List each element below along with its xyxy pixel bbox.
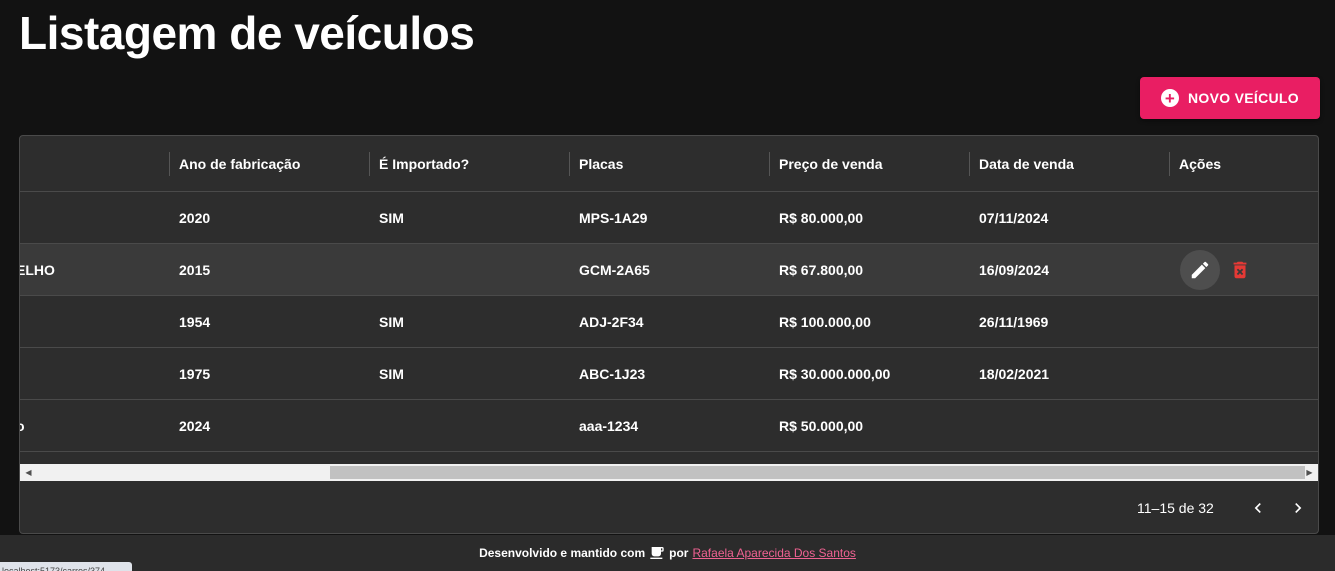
cell-plate: aaa-1234 [579, 417, 639, 434]
column-header-sale-date[interactable]: Data de venda [979, 136, 1074, 191]
scroll-right-arrow-icon[interactable]: ▶ [1301, 464, 1318, 481]
status-bar-url: localhost:5173/carros/374 [0, 562, 132, 571]
add-circle-icon: + [1161, 89, 1180, 107]
cell-imported: SIM [379, 209, 404, 226]
vehicle-data-grid: Ano de fabricação É Importado? Placas Pr… [19, 135, 1319, 534]
table-row[interactable]: ELHO 2015 GCM-2A65 R$ 67.800,00 16/09/20… [20, 244, 1318, 296]
column-header-plates[interactable]: Placas [579, 136, 623, 191]
column-header-imported[interactable]: É Importado? [379, 136, 469, 191]
cell-price: R$ 100.000,00 [779, 313, 871, 330]
column-separator[interactable] [169, 152, 170, 176]
cell-plate: GCM-2A65 [579, 261, 650, 278]
trash-icon [1233, 261, 1247, 279]
table-row[interactable]: o 2024 aaa-1234 R$ 50.000,00 [20, 400, 1318, 452]
table-header: Ano de fabricação É Importado? Placas Pr… [20, 136, 1318, 192]
cell-sale-date: 07/11/2024 [979, 209, 1049, 226]
scrollbar-thumb[interactable] [330, 466, 1305, 479]
cell-imported: SIM [379, 365, 404, 382]
cell-year: 1954 [179, 313, 211, 330]
column-separator[interactable] [369, 152, 370, 176]
column-separator[interactable] [1169, 152, 1170, 176]
column-separator[interactable] [769, 152, 770, 176]
cell-imported: SIM [379, 313, 404, 330]
cell-price: R$ 80.000,00 [779, 209, 864, 226]
cell-model: ELHO [19, 261, 55, 278]
cell-plate: ADJ-2F34 [579, 313, 644, 330]
horizontal-scrollbar[interactable]: ◀ ▶ [20, 464, 1318, 481]
next-page-button[interactable] [1284, 494, 1312, 522]
cell-price: R$ 50.000,00 [779, 417, 864, 434]
page-title: Listagem de veículos [19, 7, 475, 59]
cell-price: R$ 30.000.000,00 [779, 365, 891, 382]
column-separator[interactable] [969, 152, 970, 176]
column-header-year[interactable]: Ano de fabricação [179, 136, 300, 191]
cell-price: R$ 67.800,00 [779, 261, 864, 278]
footer: Desenvolvido e mantido com por Rafaela A… [0, 535, 1335, 571]
new-vehicle-button[interactable]: + NOVO VEÍCULO [1140, 77, 1320, 119]
delete-button[interactable] [1228, 258, 1252, 282]
cell-year: 2024 [179, 417, 211, 434]
table-row[interactable]: 1975 SIM ABC-1J23 R$ 30.000.000,00 18/02… [20, 348, 1318, 400]
cell-plate: MPS-1A29 [579, 209, 648, 226]
table-row[interactable]: 1954 SIM ADJ-2F34 R$ 100.000,00 26/11/19… [20, 296, 1318, 348]
previous-page-button[interactable] [1244, 494, 1272, 522]
pagination: 11–15 de 32 [20, 482, 1318, 533]
footer-text: Desenvolvido e mantido com [479, 546, 646, 560]
table-row[interactable]: 2020 SIM MPS-1A29 R$ 80.000,00 07/11/202… [20, 192, 1318, 244]
footer-by: por [669, 546, 689, 560]
author-link[interactable]: Rafaela Aparecida Dos Santos [692, 546, 855, 560]
cell-sale-date: 18/02/2021 [979, 365, 1050, 382]
cell-sale-date: 16/09/2024 [979, 261, 1050, 278]
column-header-actions: Ações [1179, 155, 1222, 172]
coffee-cup-icon [650, 547, 664, 559]
column-header-price[interactable]: Preço de venda [779, 136, 883, 191]
cell-plate: ABC-1J23 [579, 365, 646, 382]
chevron-right-icon [1295, 503, 1302, 513]
edit-button[interactable] [1180, 250, 1220, 290]
chevron-left-icon [1254, 503, 1261, 513]
cell-sale-date: 26/11/1969 [979, 313, 1049, 330]
new-vehicle-label: NOVO VEÍCULO [1188, 90, 1299, 106]
scroll-left-arrow-icon[interactable]: ◀ [20, 464, 37, 481]
pagination-range: 11–15 de 32 [1137, 500, 1214, 516]
pencil-icon [1191, 261, 1209, 279]
cell-year: 1975 [179, 365, 211, 382]
column-separator[interactable] [569, 152, 570, 176]
cell-model: o [20, 400, 25, 451]
cell-year: 2020 [179, 209, 211, 226]
cell-year: 2015 [179, 261, 211, 278]
